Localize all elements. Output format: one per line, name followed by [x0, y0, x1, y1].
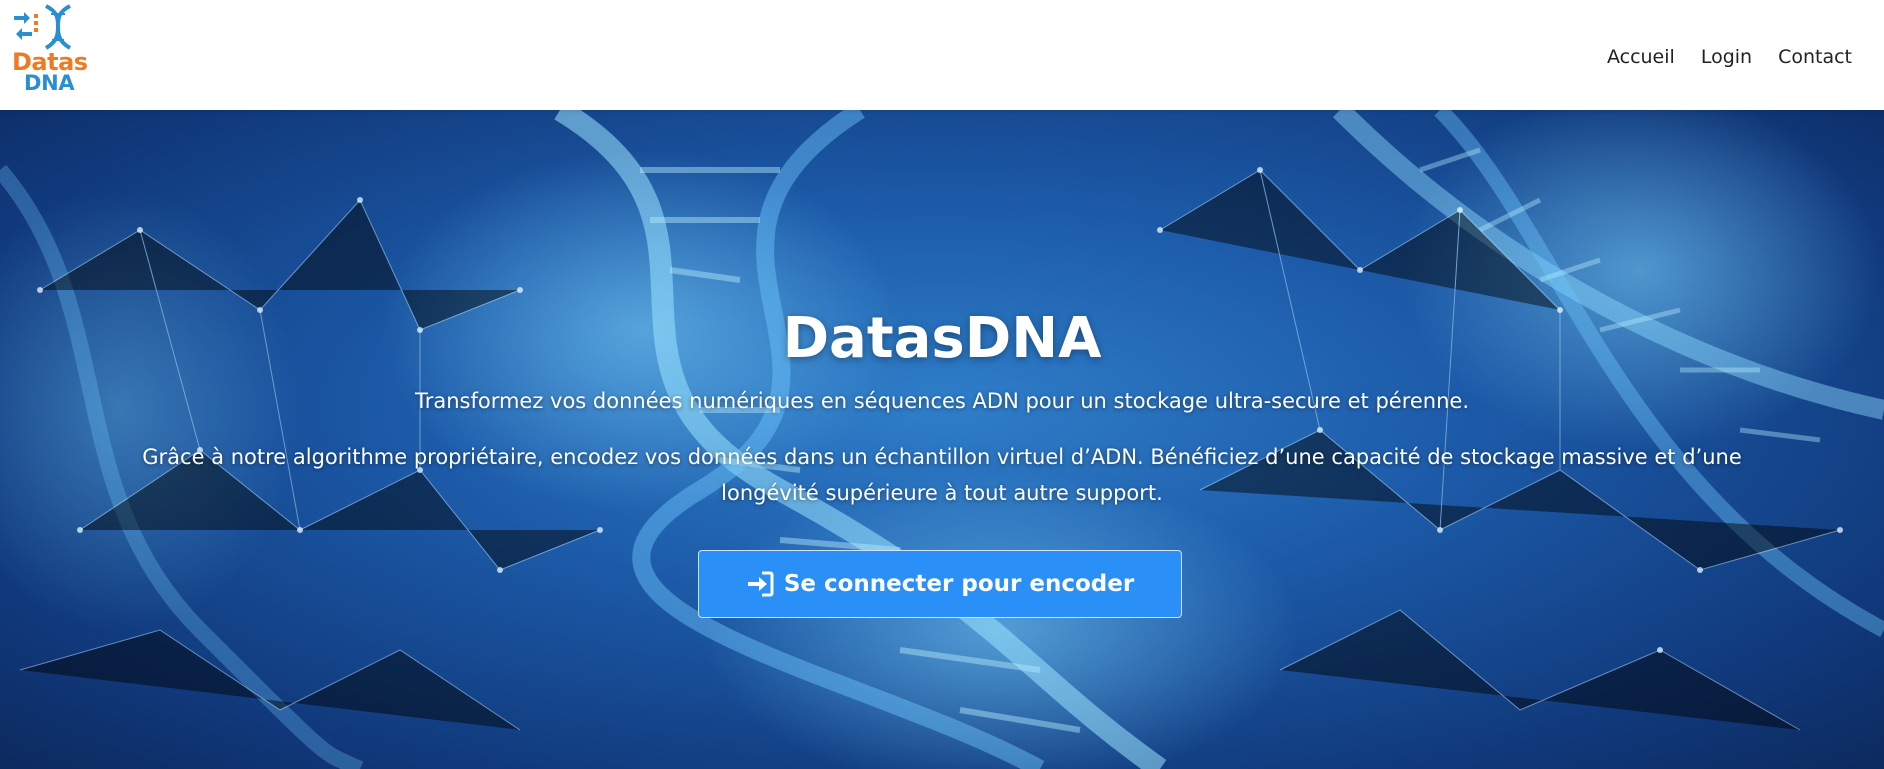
- connect-to-encode-button[interactable]: Se connecter pour encoder: [698, 550, 1182, 618]
- dna-logo-icon: [14, 4, 72, 50]
- hero-subtitle: Transformez vos données numériques en sé…: [414, 389, 1470, 413]
- hero-title: DatasDNA: [782, 305, 1102, 371]
- logo-text-dna: DNA: [24, 71, 75, 95]
- sign-in-icon: [747, 571, 774, 597]
- hero-description: Grâce à notre algorithme propriétaire, e…: [142, 445, 1742, 505]
- hero-section: DatasDNA Transformez vos données numériq…: [0, 110, 1884, 769]
- nav-link-contact[interactable]: Contact: [1778, 46, 1852, 68]
- connect-to-encode-label: Se connecter pour encoder: [783, 571, 1135, 597]
- nav-link-accueil[interactable]: Accueil: [1607, 46, 1675, 68]
- nav-link-login[interactable]: Login: [1701, 46, 1752, 68]
- navbar: Datas DNA Accueil Login Contact: [0, 0, 1884, 110]
- main-nav: Accueil Login Contact: [1607, 46, 1852, 68]
- logo[interactable]: Datas DNA: [10, 4, 90, 95]
